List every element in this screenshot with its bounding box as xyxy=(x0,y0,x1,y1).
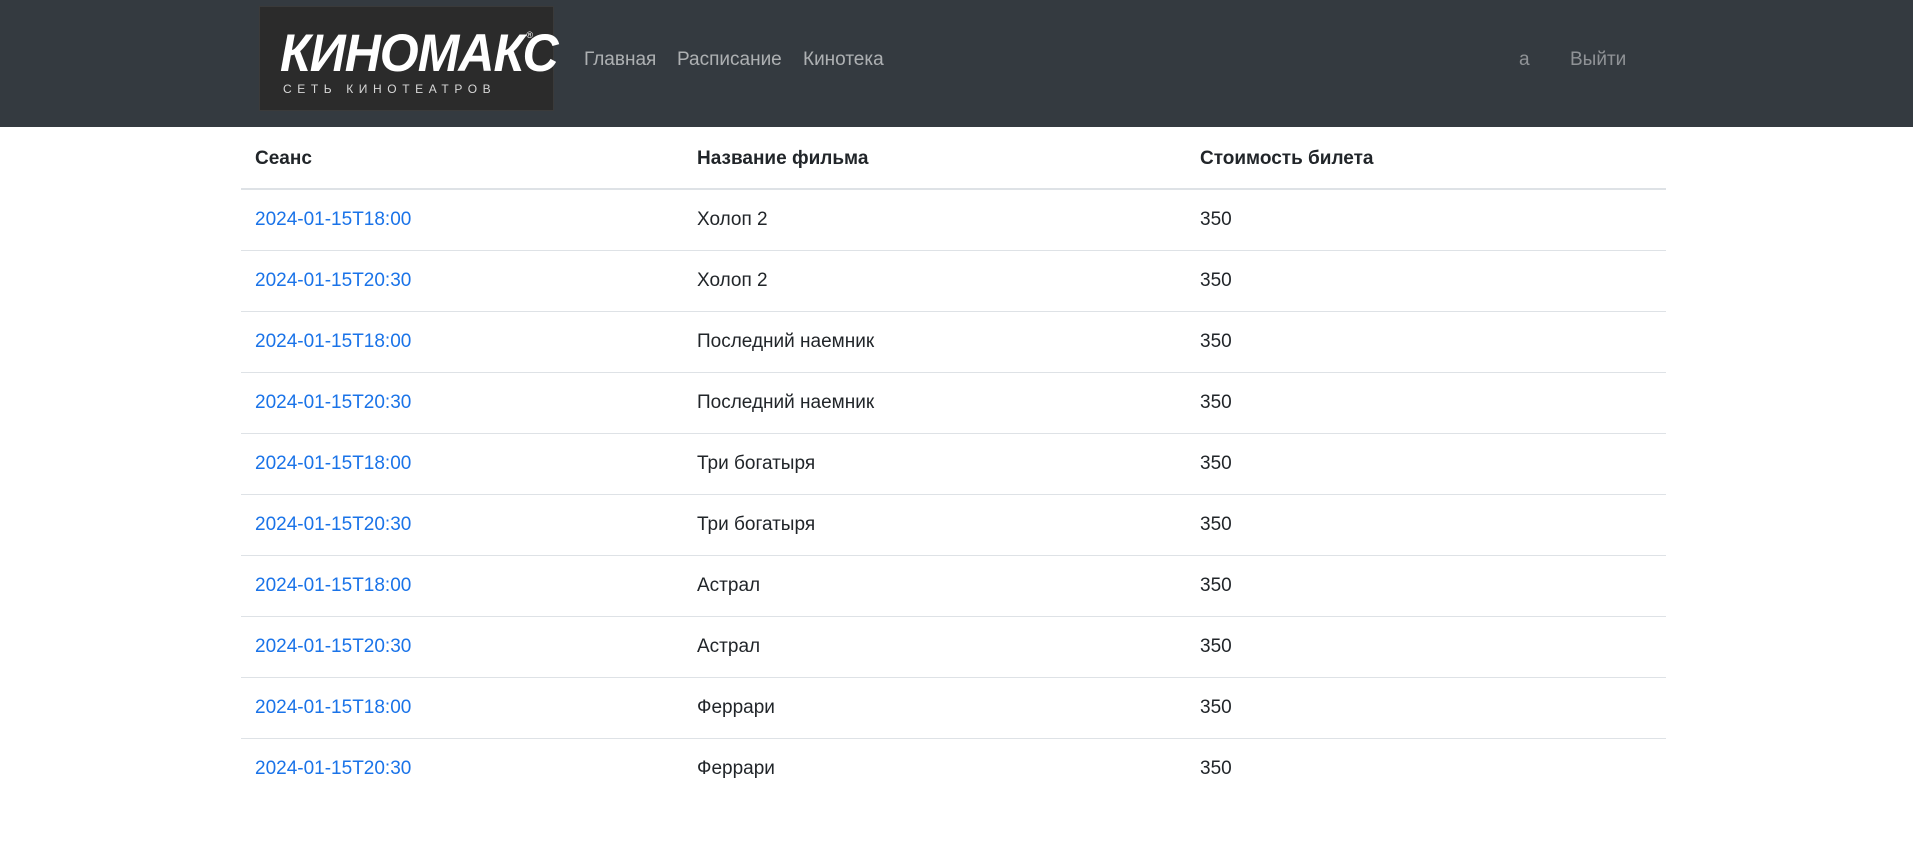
table-row: 2024-01-15T18:00 Последний наемник 350 xyxy=(241,311,1666,373)
session-cell: 2024-01-15T18:00 xyxy=(241,311,683,373)
ticket-price-cell: 350 xyxy=(1186,677,1666,739)
table-row: 2024-01-15T18:00 Астрал 350 xyxy=(241,555,1666,617)
session-cell: 2024-01-15T18:00 xyxy=(241,433,683,495)
film-title-cell: Последний наемник xyxy=(683,311,1186,373)
session-link[interactable]: 2024-01-15T20:30 xyxy=(255,514,411,535)
nav-user-link[interactable]: a xyxy=(1519,48,1530,72)
ticket-price-cell: 350 xyxy=(1186,372,1666,434)
session-cell: 2024-01-15T20:30 xyxy=(241,250,683,312)
table-row: 2024-01-15T20:30 Холоп 2 350 xyxy=(241,250,1666,312)
film-title-cell: Феррари xyxy=(683,677,1186,739)
ticket-price-cell: 350 xyxy=(1186,311,1666,373)
film-title-cell: Феррари xyxy=(697,757,775,779)
session-link[interactable]: 2024-01-15T18:00 xyxy=(255,697,411,718)
film-title-cell: Последний наемник xyxy=(683,372,1186,434)
column-header-price: Стоимость билета xyxy=(1186,129,1666,190)
film-title-cell: Астрал xyxy=(683,616,1186,678)
session-link[interactable]: 2024-01-15T18:00 xyxy=(255,453,411,474)
ticket-price-cell: 350 xyxy=(1200,757,1232,779)
session-link[interactable]: 2024-01-15T20:30 xyxy=(255,758,411,779)
session-cell: 2024-01-15T20:30 xyxy=(241,494,683,556)
ticket-price-cell: 350 xyxy=(1186,555,1666,617)
session-link[interactable]: 2024-01-15T18:00 xyxy=(255,209,411,230)
ticket-price-cell: 350 xyxy=(1186,494,1666,556)
ticket-price-cell: 350 xyxy=(1186,433,1666,495)
ticket-price-cell: 350 xyxy=(1186,250,1666,312)
film-title-cell: Астрал xyxy=(683,555,1186,617)
session-link[interactable]: 2024-01-15T18:00 xyxy=(255,331,411,352)
ticket-price-cell: 350 xyxy=(1186,189,1666,251)
nav-library-link[interactable]: Кинотека xyxy=(803,48,884,72)
column-header-film: Название фильма xyxy=(683,129,1186,190)
table-row: 2024-01-15T18:00 Холоп 2 350 xyxy=(241,189,1666,251)
logo-registered-mark: ® xyxy=(526,30,533,40)
film-title-cell: Холоп 2 xyxy=(683,250,1186,312)
column-header-session: Сеанс xyxy=(241,129,683,190)
table-row: 2024-01-15T18:00 Три богатыря 350 xyxy=(241,433,1666,495)
sessions-table-container: Сеанс Название фильма Стоимость билета 2… xyxy=(241,129,1666,799)
table-row: 2024-01-15T20:30 Астрал 350 xyxy=(241,616,1666,678)
table-header-row: Сеанс Название фильма Стоимость билета xyxy=(241,129,1666,190)
session-link[interactable]: 2024-01-15T20:30 xyxy=(255,270,411,291)
session-link[interactable]: 2024-01-15T18:00 xyxy=(255,575,411,596)
session-cell: 2024-01-15T18:00 xyxy=(241,189,683,251)
logout-link[interactable]: Выйти xyxy=(1570,48,1626,72)
session-cell: 2024-01-15T18:00 xyxy=(241,677,683,739)
table-row: 2024-01-15T18:00 Феррари 350 xyxy=(241,677,1666,739)
session-cell: 2024-01-15T20:30 xyxy=(241,372,683,434)
nav-home-link[interactable]: Главная xyxy=(584,48,656,72)
session-link[interactable]: 2024-01-15T20:30 xyxy=(255,392,411,413)
film-title-cell: Три богатыря xyxy=(683,494,1186,556)
session-link[interactable]: 2024-01-15T20:30 xyxy=(255,636,411,657)
logo-brand: КИНОМАКС xyxy=(280,23,559,83)
film-title-cell: Холоп 2 xyxy=(683,189,1186,251)
film-title-cell: Три богатыря xyxy=(683,433,1186,495)
session-cell: 2024-01-15T20:30 xyxy=(241,738,683,799)
ticket-price-cell: 350 xyxy=(1186,616,1666,678)
session-cell: 2024-01-15T18:00 xyxy=(241,555,683,617)
navbar: КИНОМАКС ® СЕТЬ КИНОТЕАТРОВ Главная Расп… xyxy=(0,0,1913,127)
nav-schedule-link[interactable]: Расписание xyxy=(677,48,782,72)
table-row: 2024-01-15T20:30 Три богатыря 350 xyxy=(241,494,1666,556)
sessions-table: Сеанс Название фильма Стоимость билета 2… xyxy=(241,129,1666,799)
logo-tagline: СЕТЬ КИНОТЕАТРОВ xyxy=(283,82,497,96)
table-row: 2024-01-15T20:30 Феррари 350 xyxy=(241,738,1666,799)
kinomax-logo[interactable]: КИНОМАКС ® СЕТЬ КИНОТЕАТРОВ xyxy=(259,6,559,111)
table-row: 2024-01-15T20:30 Последний наемник 350 xyxy=(241,372,1666,434)
session-cell: 2024-01-15T20:30 xyxy=(241,616,683,678)
